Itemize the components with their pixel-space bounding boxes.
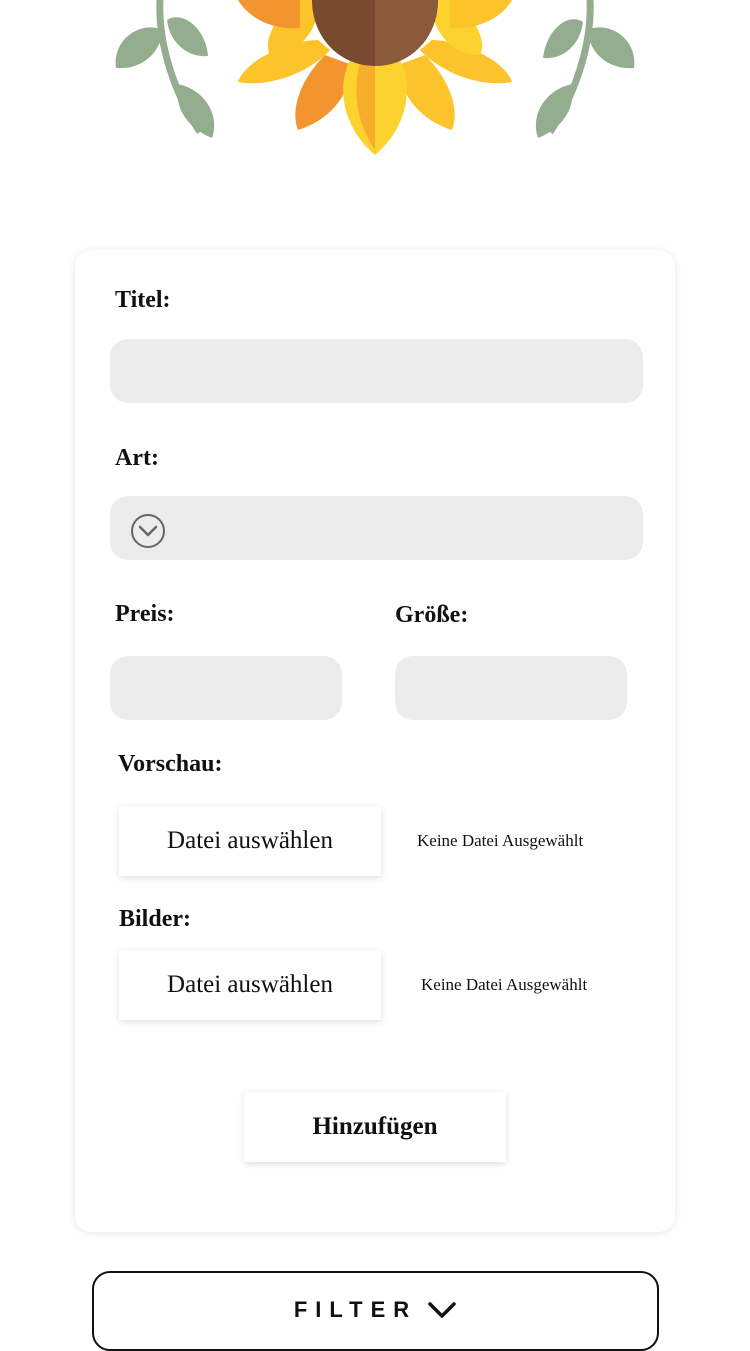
type-select[interactable] [110,496,643,560]
preview-label: Vorschau: [118,751,223,777]
chevron-down-circle-icon [131,514,165,548]
chevron-down-icon [428,1302,456,1318]
sunflower-center [312,0,438,66]
images-file-status: Keine Datei Ausgewählt [421,975,588,994]
right-leaf-branch [535,0,635,138]
preview-file-status: Keine Datei Ausgewählt [417,831,584,850]
title-input[interactable] [110,339,643,403]
title-label: Titel: [115,287,171,313]
images-label: Bilder: [119,906,191,932]
filter-label: FILTER [293,1297,418,1322]
price-input[interactable] [110,656,342,720]
left-leaf-branch [115,0,215,138]
type-label: Art: [115,445,159,471]
images-file-button[interactable]: Datei auswählen [119,950,381,1020]
size-input[interactable] [395,656,627,720]
sunflower-illustration [115,0,635,155]
size-label: Größe: [395,602,469,628]
filter-button[interactable]: FILTER [92,1271,659,1351]
preview-file-button[interactable]: Datei auswählen [119,806,381,876]
add-button[interactable]: Hinzufügen [244,1092,506,1162]
price-label: Preis: [115,601,175,627]
add-item-form-card: Titel: Art: Preis: Größe: Vorschau: Date… [75,250,675,1232]
